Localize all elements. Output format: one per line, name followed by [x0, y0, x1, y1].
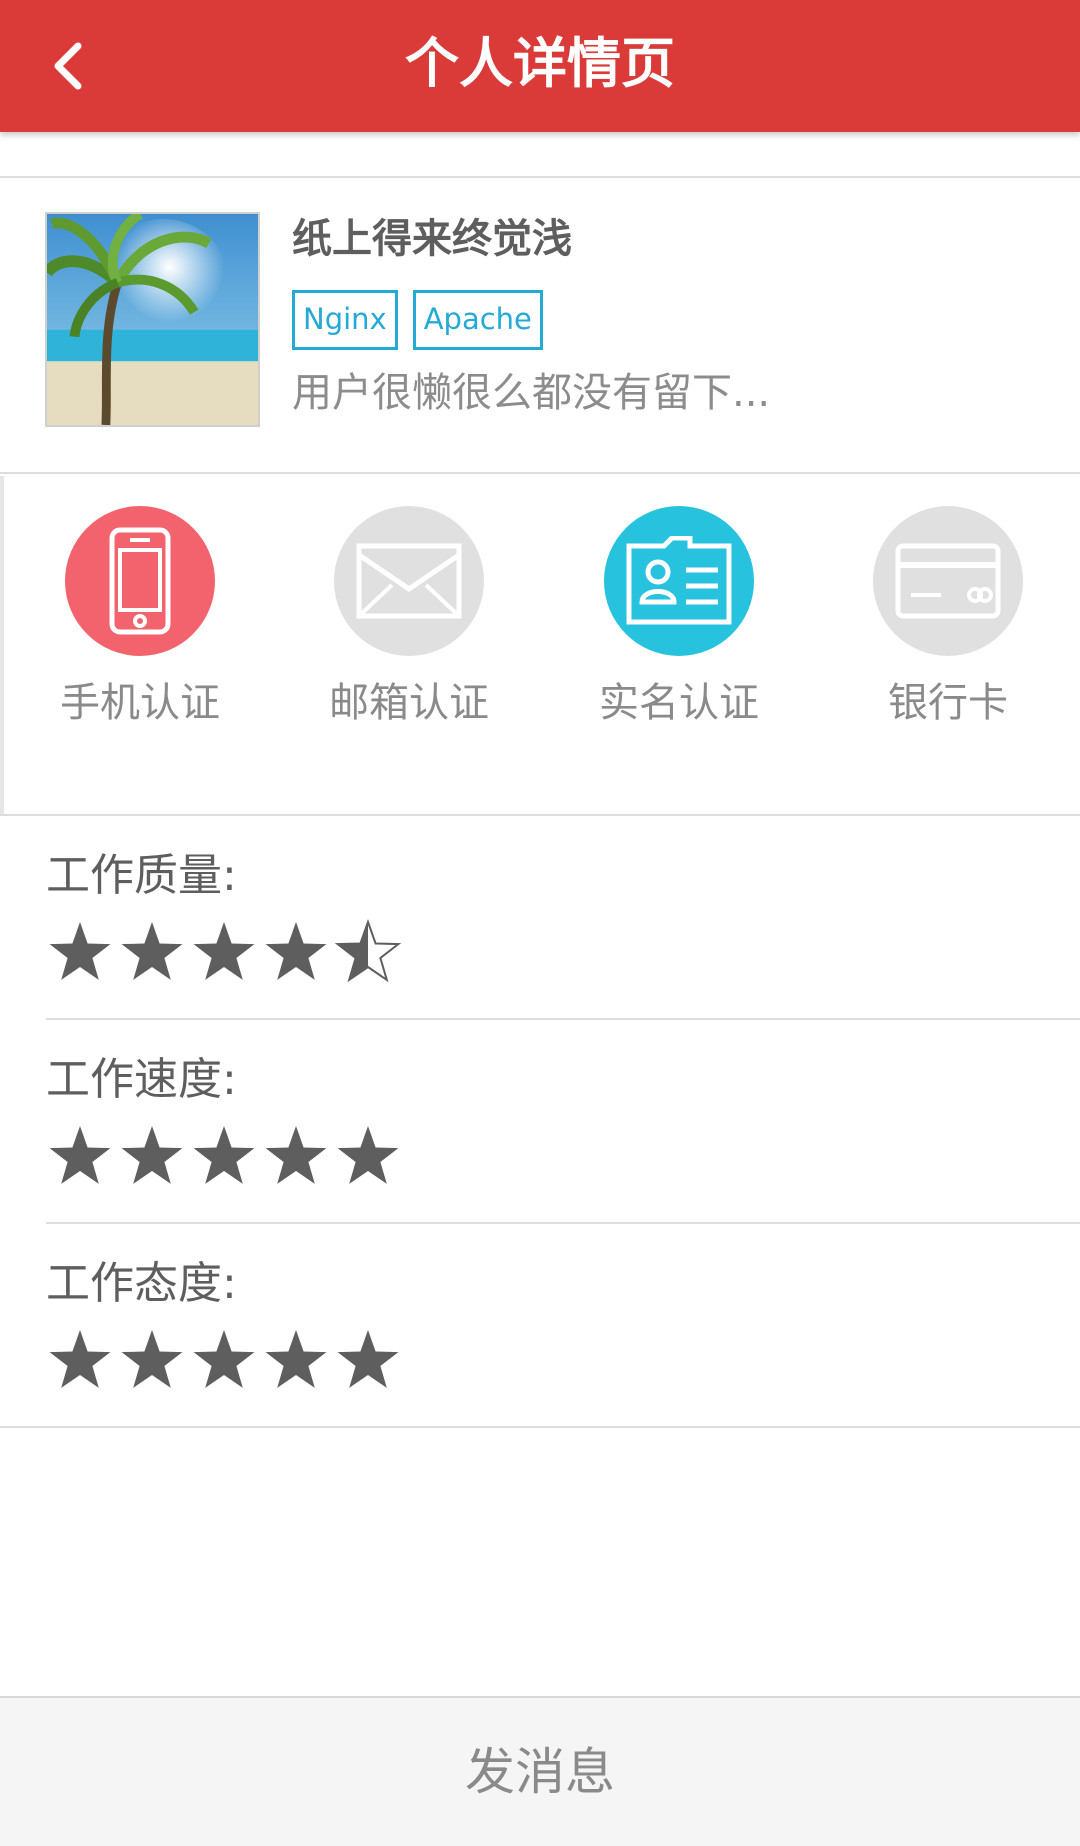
- skill-tags: Nginx Apache: [292, 290, 543, 350]
- star-full-icon: [49, 1126, 111, 1184]
- star-full-icon: [193, 1330, 255, 1388]
- envelope-icon: [334, 506, 484, 656]
- divider: [0, 814, 1080, 816]
- bottom-bar: 发消息: [0, 1696, 1080, 1846]
- star-full-icon: [121, 1126, 183, 1184]
- rating-label-attitude: 工作态度:: [46, 1258, 237, 1309]
- profile-card: 纸上得来终觉浅 Nginx Apache 用户很懒很么都没有留下...: [0, 178, 1080, 474]
- profile-bio: 用户很懒很么都没有留下...: [292, 370, 771, 416]
- star-full-icon: [121, 1330, 183, 1388]
- star-half-icon: [334, 918, 402, 983]
- skill-tag: Apache: [412, 290, 543, 350]
- rating-label-quality: 工作质量:: [46, 850, 237, 901]
- avatar[interactable]: [45, 212, 260, 427]
- id-card-icon: [604, 506, 754, 656]
- star-full-icon: [337, 1126, 399, 1184]
- verify-label: 手机认证: [60, 680, 220, 726]
- send-message-button[interactable]: 发消息: [0, 1698, 1080, 1846]
- verification-row: 手机认证 邮箱认证 实名认证 银行卡: [0, 476, 1080, 814]
- verify-realname[interactable]: 实名认证: [559, 506, 799, 728]
- divider: [46, 1222, 1080, 1224]
- star-full-icon: [193, 1126, 255, 1184]
- divider: [0, 472, 1080, 474]
- verify-label: 银行卡: [888, 680, 1008, 726]
- verify-label: 实名认证: [599, 680, 759, 726]
- star-full-icon: [193, 922, 255, 980]
- star-full-icon: [265, 922, 327, 980]
- skill-tag: Nginx: [292, 290, 398, 350]
- star-full-icon: [265, 1126, 327, 1184]
- verify-bankcard[interactable]: 银行卡: [828, 506, 1068, 728]
- star-full-icon: [121, 922, 183, 980]
- page-title: 个人详情页: [405, 32, 675, 95]
- star-rating-quality: [49, 918, 402, 983]
- star-rating-attitude: [49, 1330, 399, 1388]
- star-full-icon: [49, 1330, 111, 1388]
- rating-label-speed: 工作速度:: [46, 1054, 237, 1105]
- divider: [46, 1018, 1080, 1020]
- star-full-icon: [49, 922, 111, 980]
- star-full-icon: [337, 1330, 399, 1388]
- verify-email[interactable]: 邮箱认证: [289, 506, 529, 728]
- phone-icon: [65, 506, 215, 656]
- verify-phone[interactable]: 手机认证: [20, 506, 260, 728]
- star-full-icon: [265, 1330, 327, 1388]
- app-header: 个人详情页: [0, 0, 1080, 132]
- divider: [0, 1426, 1080, 1428]
- bank-card-icon: [873, 506, 1023, 656]
- star-rating-speed: [49, 1126, 399, 1184]
- verify-label: 邮箱认证: [329, 680, 489, 726]
- profile-name: 纸上得来终觉浅: [292, 216, 572, 262]
